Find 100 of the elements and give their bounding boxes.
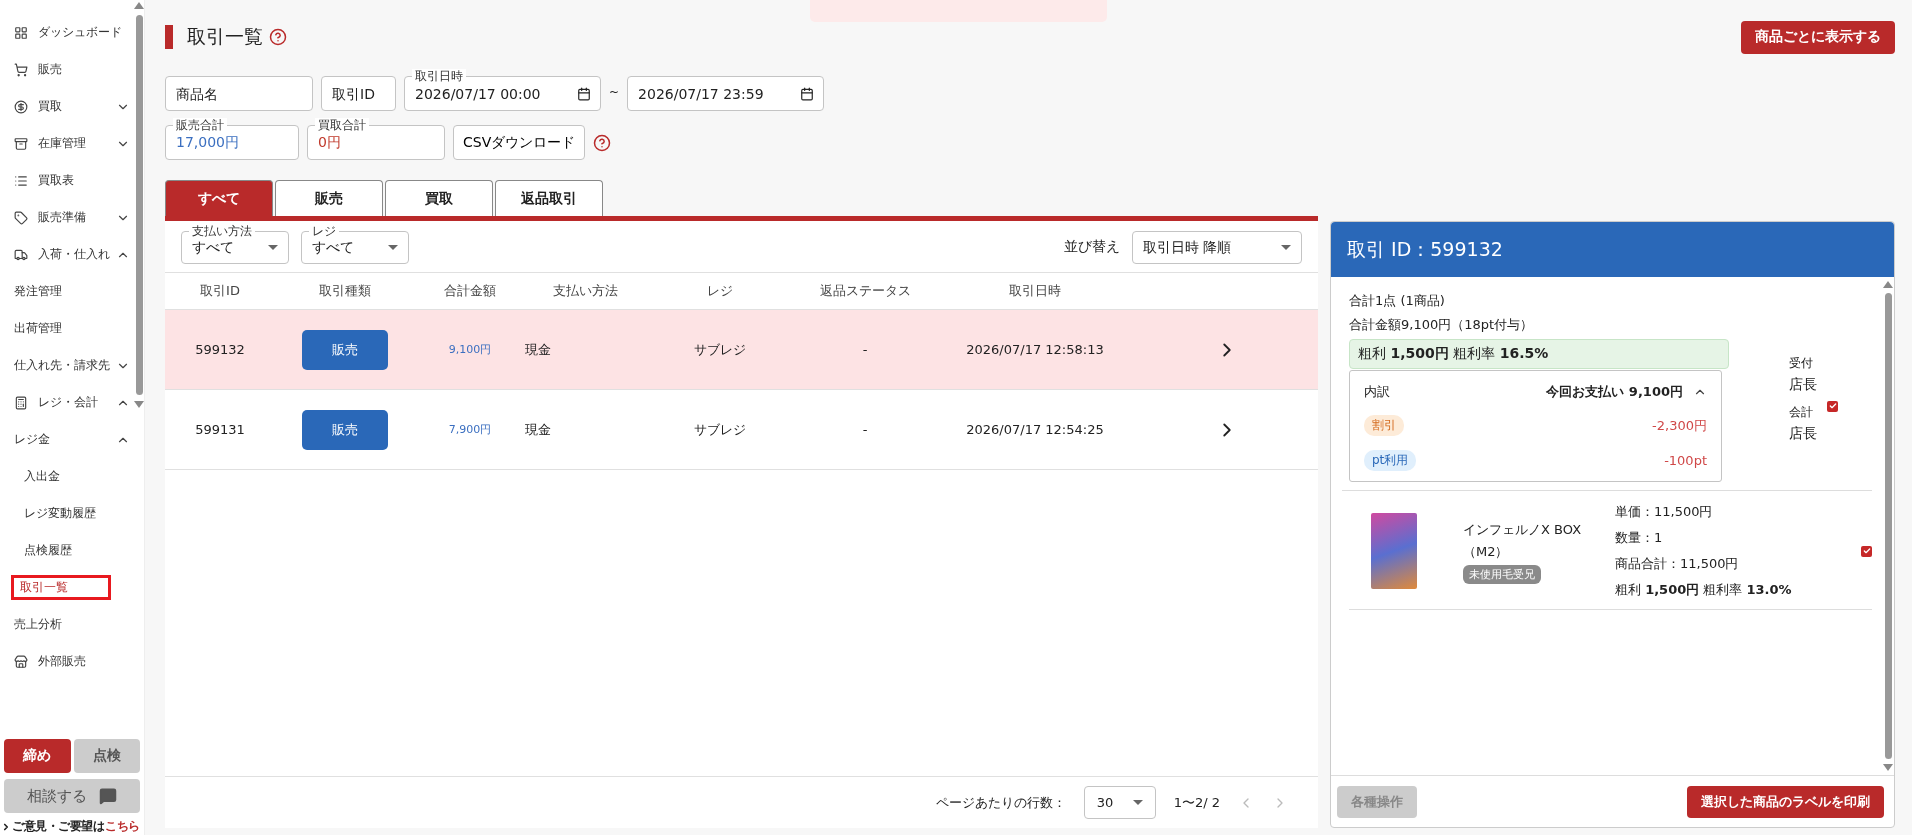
type-button[interactable]: 販売 [302,329,388,370]
rows-per-page-label: ページあたりの行数： [935,793,1066,812]
tab[interactable]: 返品取引 [495,180,603,216]
tab[interactable]: 販売 [275,180,383,216]
condition-tag: 未使用毛受兄 [1463,564,1541,584]
unit-price: 単価：11,500円 [1615,503,1714,521]
sidebar-item[interactable]: 売上分析 [14,616,130,633]
sidebar-item[interactable]: 在庫管理 [38,135,116,152]
table-cell: サブレジ [694,340,746,359]
table-cell: 現金 [525,340,551,359]
transaction-id-field[interactable]: 取引ID [321,76,396,111]
sidebar-item[interactable]: 入荷・仕入れ [38,246,116,263]
item-subtotal: 商品合計：11,500円 [1615,555,1740,573]
table-cell: - [862,422,868,437]
item-count: 合計1点 (1商品) [1349,292,1446,310]
sidebar-item[interactable]: 仕入れ先・請求先 [14,357,116,374]
checkbox[interactable] [1861,545,1872,557]
menu-icon [14,25,28,40]
item-profit: 粗利 1,500円 粗利率 13.0% [1615,581,1793,599]
panel-title: 取引 ID：599132 [1331,222,1894,277]
column-header: 取引日時 [1009,282,1061,300]
amount-text: 7,900円 [448,422,492,437]
column-header: レジ [707,282,733,300]
page-title: 取引一覧 [187,24,263,49]
title-accent [165,25,173,49]
sidebar-item[interactable]: 取引一覧 [14,578,108,597]
table-cell: 現金 [525,420,551,439]
type-button[interactable]: 販売 [302,409,388,450]
column-header: 取引種類 [319,282,371,300]
rows-per-page-select[interactable]: 30 [1083,786,1156,819]
menu-icon [14,99,28,114]
sidebar-item[interactable]: 発注管理 [14,283,130,300]
sort-select[interactable]: 取引日時 降順 [1132,231,1302,264]
calendar-icon[interactable] [800,87,815,101]
check-button[interactable]: 点検 [73,739,140,773]
sidebar-item[interactable]: 出荷管理 [14,320,130,337]
staff-name: 店長 [1789,376,1817,394]
amount-text: 9,100円 [448,342,492,357]
adjustment-tag: pt利用 [1364,450,1417,471]
view-by-product-button[interactable]: 商品ごとに表示する [1741,20,1895,54]
help-icon[interactable] [593,133,612,152]
date-separator: ~ [609,85,620,101]
menu-icon [14,136,28,151]
close-register-button[interactable]: 締め [4,739,71,773]
sidebar-item[interactable]: 販売準備 [38,209,116,226]
sidebar-item[interactable]: 販売 [38,61,130,78]
csv-download-button[interactable]: CSVダウンロード [453,125,586,160]
sidebar-item[interactable]: 外部販売 [38,653,130,670]
menu-icon [14,654,28,669]
table-cell: 2026/07/17 12:58:13 [966,342,1104,357]
menu-icon [14,210,28,225]
table-cell: 2026/07/17 12:54:25 [966,422,1104,437]
print-label-button[interactable]: 選択した商品のラベルを印刷 [1687,785,1884,818]
sidebar-item[interactable]: 買取表 [38,172,130,189]
staff-role: 受付 [1789,355,1814,372]
adjustment-value: -2,300円 [1652,416,1707,435]
table-row[interactable]: 599132 販売 9,100円 現金 サブレジ - 2026/07/17 12:58:13 [165,310,1318,390]
column-header: 取引ID [200,282,240,300]
feedback-link[interactable]: こちら [105,818,140,835]
field-label: レジ [309,224,339,238]
sort-label: 並び替え [1064,238,1120,256]
table-cell: 599131 [195,422,245,437]
sidebar-item[interactable]: レジ変動履歴 [24,505,130,522]
checkbox[interactable] [1827,400,1838,412]
calendar-icon[interactable] [577,87,591,101]
field-label: 支払い方法 [189,224,255,238]
date-to-field[interactable]: 2026/07/17 23:59 [627,76,825,111]
feedback-text: ご意見・ご要望は [12,818,104,835]
menu-icon [14,62,28,77]
table-cell: - [862,342,868,357]
adjustment-tag: 割引 [1364,415,1404,436]
consult-button[interactable]: 相談する [4,779,140,813]
field-label: 取引日時 [412,69,466,83]
tab[interactable]: 買取 [385,180,493,216]
breakdown-label: 内訳 [1364,383,1391,401]
payment-total: 今回お支払い 9,100円 [1546,383,1683,401]
tab[interactable]: すべて [165,180,273,216]
total-amount: 合計金額9,100円（18pt付与） [1349,316,1535,334]
product-name-field[interactable]: 商品名 [165,76,313,111]
staff-role: 会計 [1789,404,1814,421]
column-header: 支払い方法 [552,282,618,300]
sidebar-item[interactable]: 入出金 [24,468,130,485]
column-header: 合計金額 [444,282,496,300]
help-icon[interactable] [269,28,287,46]
quantity: 数量：1 [1615,529,1664,547]
product-name: インフェルノX BOX（M2） [1463,520,1583,561]
adjustment-value: -100pt [1664,453,1707,468]
staff-name: 店長 [1789,425,1817,443]
sidebar-item[interactable]: ダッシュボード [38,24,130,41]
sidebar-item[interactable]: 点検履歴 [24,542,130,559]
table-cell: 599132 [195,342,245,357]
profit-summary: 粗利 1,500円 粗利率 16.5% [1349,339,1729,369]
chat-icon [99,787,117,805]
menu-icon [14,173,28,188]
menu-icon [14,247,28,262]
table-cell: サブレジ [694,420,746,439]
sidebar-item[interactable]: レジ金 [14,431,116,448]
sidebar-item[interactable]: レジ・会計 [38,394,116,411]
column-header: 返品ステータス [819,282,911,300]
sidebar-item[interactable]: 買取 [38,98,116,115]
